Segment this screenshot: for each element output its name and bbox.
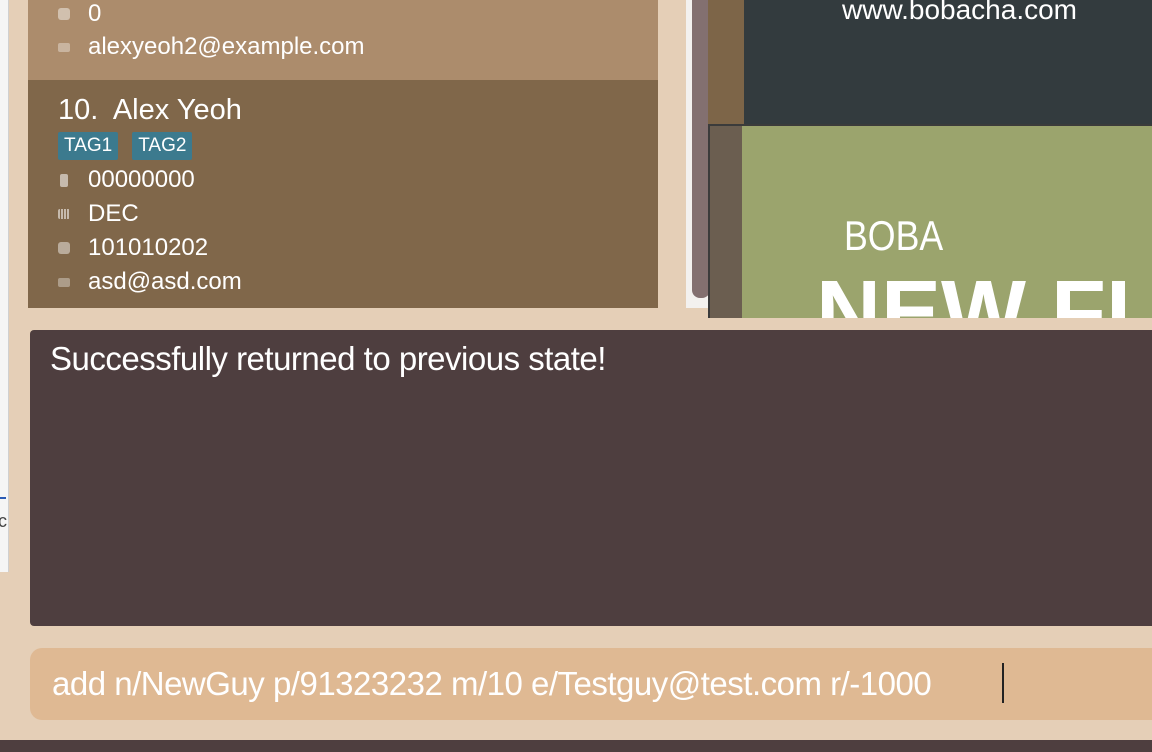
result-display: Successfully returned to previous state! [30, 330, 1152, 626]
phone-icon [60, 173, 68, 187]
tag-list: TAG1 TAG2 [58, 132, 193, 160]
result-message: Successfully returned to previous state! [50, 340, 606, 377]
tag-badge: TAG1 [58, 132, 119, 160]
command-box[interactable] [30, 648, 1152, 720]
email-row: alexyeoh2@example.com [58, 35, 365, 59]
address-row: 0 [58, 2, 101, 26]
promo-panel-edge [708, 0, 744, 124]
calendar-icon [58, 209, 70, 219]
box-icon [58, 242, 70, 254]
address-text: 101010202 [88, 234, 209, 261]
person-list-panel: 0 alexyeoh2@example.com 10. Alex Yeoh TA… [28, 0, 716, 308]
person-index: 10. [58, 94, 99, 126]
email-row: asd@asd.com [58, 270, 242, 294]
person-name: 10. Alex Yeoh [58, 94, 242, 127]
promo-brand: BOBA [844, 212, 944, 259]
background-window-edge: c [0, 0, 9, 572]
tag-badge: TAG2 [132, 132, 193, 160]
address-row: 101010202 [58, 236, 208, 260]
email-text: alexyeoh2@example.com [88, 33, 365, 60]
person-name-text: Alex Yeoh [112, 94, 242, 126]
promo-side-panel [708, 126, 742, 318]
mail-icon [58, 42, 70, 52]
person-card[interactable]: 0 alexyeoh2@example.com [28, 0, 658, 80]
month-row: DEC [58, 202, 139, 226]
phone-row: 00000000 [58, 168, 195, 192]
address-text: 0 [88, 0, 102, 27]
promo-image: BOBA NEW FLA [742, 126, 1152, 318]
promo-url: www.bobacha.com [842, 0, 1078, 25]
text-cursor [1002, 663, 1004, 703]
promo-banner-top: www.bobacha.com [744, 0, 1152, 124]
mail-icon [58, 277, 70, 287]
command-input[interactable] [52, 662, 1142, 706]
window-edge-glyph: c [0, 511, 7, 531]
window-edge-mark [0, 497, 6, 499]
email-text: asd@asd.com [88, 268, 242, 295]
promo-headline: NEW FLA [816, 263, 1152, 318]
month-text: DEC [88, 200, 139, 227]
box-icon [58, 8, 70, 20]
person-card[interactable]: 10. Alex Yeoh TAG1 TAG2 00000000 DEC 101… [28, 80, 658, 308]
phone-text: 00000000 [88, 166, 195, 193]
status-bar [0, 740, 1152, 752]
